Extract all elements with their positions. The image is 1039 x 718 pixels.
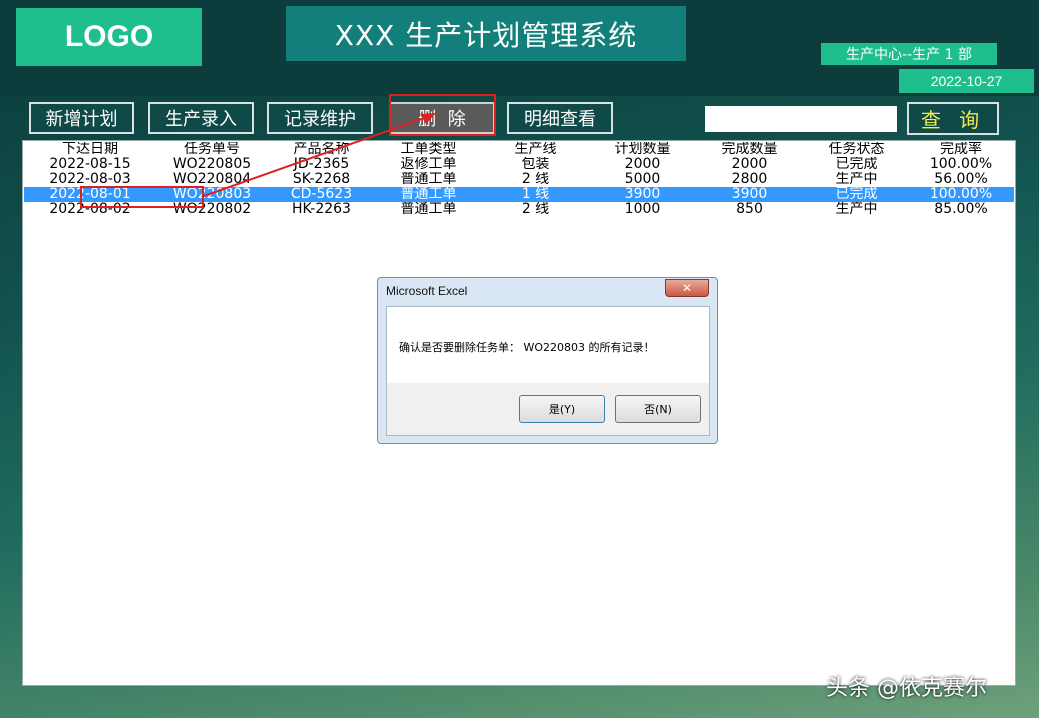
dialog-title: Microsoft Excel (386, 284, 468, 298)
dialog-body: 确认是否要删除任务单： WO220803 的所有记录！ 是(Y) 否(N) (386, 306, 710, 436)
watermark: 头条 @依克赛尔 (826, 676, 987, 701)
yes-button[interactable]: 是(Y) (519, 395, 605, 423)
close-icon[interactable]: ✕ (665, 279, 709, 297)
confirm-dialog: Microsoft Excel ✕ 确认是否要删除任务单： WO220803 的… (377, 277, 718, 444)
dialog-message: 确认是否要删除任务单： WO220803 的所有记录！ (399, 341, 655, 354)
dialog-message-area: 确认是否要删除任务单： WO220803 的所有记录！ (387, 307, 709, 383)
no-button[interactable]: 否(N) (615, 395, 701, 423)
